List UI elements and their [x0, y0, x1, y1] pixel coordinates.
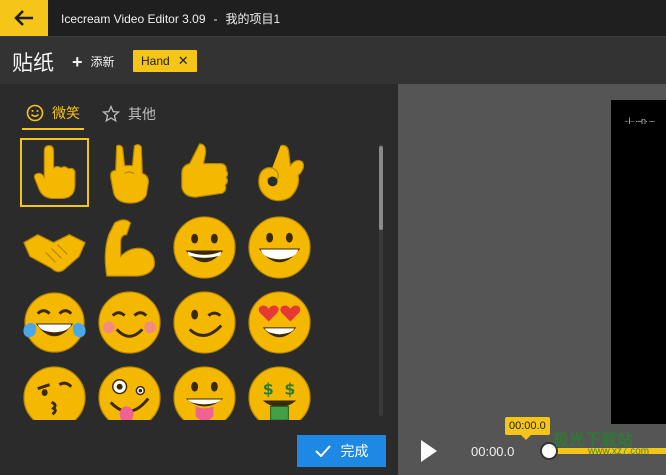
video-preview-panel: - l·· ·--n· ·-· 00:00.0 00:00.0 极光下载站 ww…: [398, 84, 666, 475]
flexed-biceps-icon: [104, 219, 155, 277]
plus-icon: +: [72, 51, 83, 72]
title-bar: Icecream Video Editor 3.09- 我的项目1: [0, 0, 666, 36]
sticker-heart-eyes-face[interactable]: [245, 288, 314, 357]
window-title: Icecream Video Editor 3.09- 我的项目1: [61, 10, 280, 27]
sticker-pointing-hand[interactable]: [20, 138, 89, 207]
sticker-rock-on-hand[interactable]: [95, 138, 164, 207]
sticker-flexed-biceps[interactable]: [95, 213, 164, 282]
tab-other[interactable]: 其他: [98, 98, 160, 130]
sticker-smiling-blush-face[interactable]: [95, 288, 164, 357]
done-label: 完成: [340, 443, 369, 459]
video-overlay-text: - l·· ·--n· ·-·: [625, 116, 656, 126]
done-button[interactable]: 完成: [297, 435, 386, 467]
money-mouth-face-icon: $ $: [248, 366, 311, 420]
sticker-kissing-wink-face[interactable]: [20, 363, 89, 420]
panel-title: 贴纸: [12, 51, 54, 75]
sticker-toolbar: 贴纸 + 添新 Hand ✕: [0, 36, 666, 84]
pointing-hand-icon: [33, 145, 76, 200]
sticker-zany-face[interactable]: [95, 363, 164, 420]
smiley-icon: [26, 104, 44, 122]
beaming-face-icon: [248, 216, 311, 279]
project-name: 我的项目1: [225, 12, 281, 26]
video-frame: - l·· ·--n· ·-·: [611, 100, 666, 424]
tongue-out-face-icon: [173, 366, 236, 420]
close-icon[interactable]: ✕: [178, 53, 189, 69]
winking-face-icon: [173, 291, 236, 354]
filter-tag-label: Hand: [141, 54, 170, 68]
sticker-tongue-out-face[interactable]: [170, 363, 239, 420]
star-icon: [102, 105, 120, 123]
rock-on-hand-icon: [110, 144, 149, 204]
tab-label: 其他: [128, 106, 156, 122]
app-name: Icecream Video Editor 3.09: [61, 12, 206, 26]
play-icon[interactable]: [420, 439, 438, 463]
sticker-tears-of-joy-face[interactable]: [20, 288, 89, 357]
sticker-winking-face[interactable]: [170, 288, 239, 357]
watermark-url: www.xz7.com: [588, 446, 650, 457]
filter-tag: Hand ✕: [133, 50, 197, 72]
ok-hand-icon: [258, 144, 305, 202]
thumbs-up-icon: [181, 143, 229, 198]
svg-text:$: $: [284, 380, 295, 399]
grinning-face-icon: [173, 216, 236, 279]
zany-face-icon: [98, 366, 161, 420]
sticker-handshake[interactable]: [20, 213, 89, 282]
back-button[interactable]: [0, 0, 48, 36]
add-new-label: 添新: [90, 55, 115, 69]
sticker-grinning-face[interactable]: [170, 213, 239, 282]
heart-eyes-face-icon: [248, 291, 311, 354]
time-tooltip: 00:00.0: [505, 417, 550, 440]
kissing-wink-face-icon: [23, 366, 86, 420]
add-new-button[interactable]: + 添新: [72, 51, 115, 72]
tears-of-joy-face-icon: [23, 292, 86, 353]
handshake-icon: [23, 234, 86, 273]
category-tabs: 微笑 其他: [22, 98, 160, 130]
tab-label: 微笑: [52, 105, 80, 121]
checkmark-icon: [314, 445, 331, 457]
title-separator: -: [213, 12, 218, 26]
sticker-panel: 微笑 其他 $ $ 完成: [0, 84, 396, 475]
sticker-scrollbar-thumb[interactable]: [379, 146, 383, 230]
tab-smile[interactable]: 微笑: [22, 98, 84, 130]
sticker-beaming-face[interactable]: [245, 213, 314, 282]
sticker-ok-hand[interactable]: [245, 138, 314, 207]
sticker-thumbs-up[interactable]: [170, 138, 239, 207]
sticker-grid: $ $: [20, 138, 370, 420]
sticker-money-mouth-face[interactable]: $ $: [245, 363, 314, 420]
svg-text:$: $: [263, 380, 274, 399]
arrow-left-icon: [14, 10, 33, 26]
current-time: 00:00.0: [471, 444, 515, 459]
smiling-blush-face-icon: [98, 291, 161, 354]
